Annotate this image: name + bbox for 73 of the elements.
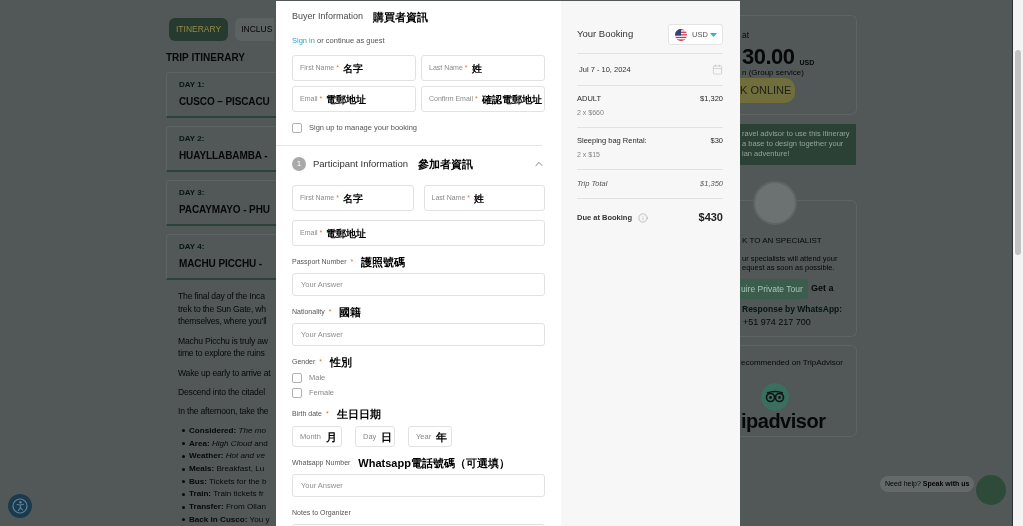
translation-label: 名字 xyxy=(342,61,363,75)
tab[interactable]: ITINERARY xyxy=(169,18,229,41)
accessibility-icon xyxy=(12,498,28,514)
translation-label: 姓 xyxy=(471,61,482,75)
tripadvisor-wordmark: ipadvisor xyxy=(741,411,827,431)
accessibility-button[interactable] xyxy=(8,494,32,518)
detail-item: Back in Cusco: You y xyxy=(189,513,270,526)
paragraph: Descend into the citadel xyxy=(178,386,266,399)
caret-icon xyxy=(710,32,717,37)
translation-label: 姓 xyxy=(474,191,485,205)
section-heading: TRIP ITINERARY xyxy=(166,52,246,64)
chat-button[interactable] xyxy=(976,475,1006,505)
owl-icon xyxy=(761,383,789,411)
paragraph: Wake up early to arrive at xyxy=(178,366,272,380)
scrollbar-thumb[interactable] xyxy=(1015,50,1021,255)
price-prefix: at xyxy=(742,30,751,40)
bullet-icon xyxy=(182,505,185,509)
translation-label: 參加者資訊 xyxy=(418,157,474,171)
paragraph: In the afternoon, take the xyxy=(178,405,270,418)
day-label: DAY 1: xyxy=(179,80,206,90)
checkbox[interactable] xyxy=(292,388,302,398)
translation-label: 護照號碼 xyxy=(361,256,406,268)
bullet-icon xyxy=(182,429,185,433)
translation-label: 購買者資訊 xyxy=(373,10,429,24)
summary-title: Your Booking xyxy=(577,27,634,42)
translation-label: 日 xyxy=(381,430,393,443)
specialist-title: K TO AN SPECIALIST xyxy=(742,235,823,246)
detail-item: Area: High Cloud and xyxy=(189,437,268,450)
translation-label: 性別 xyxy=(330,356,353,368)
day-title: CUSCO – PISCACU xyxy=(179,96,271,107)
bullet-icon xyxy=(182,454,185,458)
translation-label: 電郵地址 xyxy=(326,92,367,106)
day-title: HUAYLLABAMBA - xyxy=(179,150,269,161)
translation-label: 名字 xyxy=(342,191,363,205)
info-icon[interactable] xyxy=(638,212,648,223)
translation-label: 生日日期 xyxy=(336,408,381,420)
bullet-icon xyxy=(182,480,185,484)
whatsapp-lead: Get a xyxy=(811,282,834,296)
detail-item: Considered: The mo xyxy=(189,424,266,437)
bullet-icon xyxy=(182,492,185,496)
translation-label: 年 xyxy=(436,430,448,443)
day-title: PACAYMAYO - PHU xyxy=(179,204,271,215)
price-amount: 30.00 xyxy=(742,46,795,68)
detail-item: Transfer: From Ollan xyxy=(189,501,266,513)
section-title: Participant Information xyxy=(313,156,409,171)
checkbox[interactable] xyxy=(292,373,302,383)
paragraph: The final day of the Inca trek to the Sun Gate, wh themselves, where you'll xyxy=(178,290,268,329)
day-label: DAY 3: xyxy=(179,188,206,198)
bullet-icon xyxy=(182,518,185,522)
day-label: DAY 2: xyxy=(179,134,206,144)
translation-label: Whatsapp電話號碼（可選填） xyxy=(358,457,510,469)
translation-label: 電郵地址 xyxy=(326,226,367,240)
paragraph: Machu Picchu is truly aw time to explore the ruins xyxy=(178,334,269,361)
whatsapp-label: Response by WhatsApp: xyxy=(742,304,844,315)
detail-item: Train: Train tickets fr xyxy=(189,488,264,501)
bullet-icon xyxy=(182,442,185,446)
flag-icon xyxy=(675,28,687,41)
bullet-icon xyxy=(182,467,185,471)
day-label: DAY 4: xyxy=(179,242,206,252)
checkbox[interactable] xyxy=(292,123,302,133)
section-title: Buyer Information xyxy=(292,10,364,24)
due-amount: $430 xyxy=(698,210,723,226)
detail-item: Weather: Hot and ve xyxy=(189,450,265,463)
step-number: 1 xyxy=(292,157,306,171)
day-title: MACHU PICCHU - xyxy=(179,258,264,269)
translation-label: 月 xyxy=(325,430,337,443)
calendar-icon xyxy=(712,64,723,75)
tripadvisor-title: ecommended on TripAdvisor xyxy=(741,358,844,368)
detail-item: Meals: Breakfast, Lu xyxy=(189,462,265,475)
translation-label: 確認電郵地址 xyxy=(481,92,542,106)
private-tour-button[interactable]: uire Private Tour xyxy=(740,279,808,299)
translation-label: 國籍 xyxy=(339,306,362,318)
scrollbar[interactable] xyxy=(1012,0,1023,526)
